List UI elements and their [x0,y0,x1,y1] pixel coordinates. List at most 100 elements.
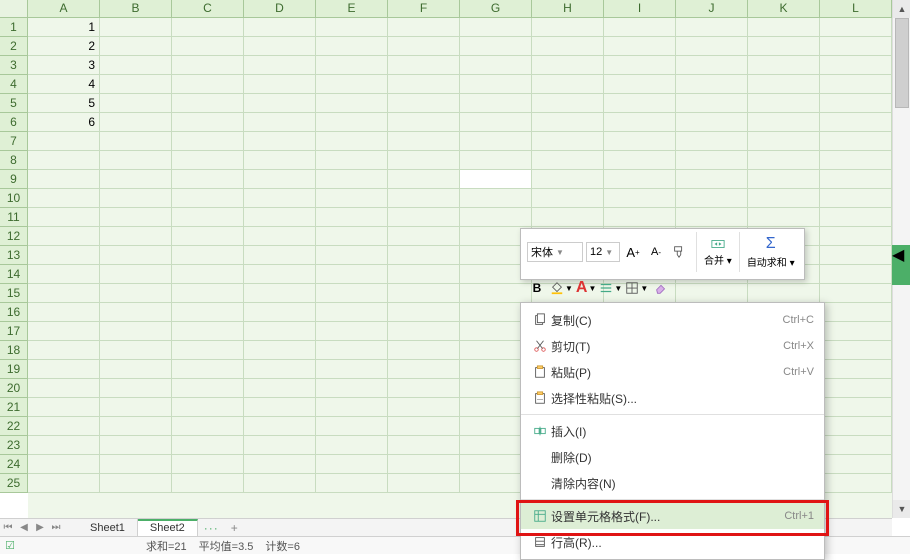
cell-B6[interactable] [100,113,172,132]
cell-K9[interactable] [748,170,820,189]
cell-I4[interactable] [604,75,676,94]
cell-A20[interactable] [28,379,100,398]
row-header-20[interactable]: 20 [0,379,28,398]
cell-G9[interactable] [460,170,532,189]
tab-nav-first[interactable]: ⏮ [0,520,16,536]
font-size-select[interactable]: 12▼ [586,242,620,262]
cell-J2[interactable] [676,37,748,56]
row-header-17[interactable]: 17 [0,322,28,341]
autosum-button[interactable]: Σ 自动求和 ▾ [747,235,795,269]
cell-E25[interactable] [316,474,388,493]
cell-I2[interactable] [604,37,676,56]
cell-G6[interactable] [460,113,532,132]
cell-C6[interactable] [172,113,244,132]
cell-F25[interactable] [388,474,460,493]
cell-G15[interactable] [460,284,532,303]
fill-color-button[interactable]: ▼ [550,278,573,298]
cell-C16[interactable] [172,303,244,322]
cell-A19[interactable] [28,360,100,379]
cell-B14[interactable] [100,265,172,284]
column-header-D[interactable]: D [244,0,316,18]
cell-C18[interactable] [172,341,244,360]
cell-B19[interactable] [100,360,172,379]
cell-C14[interactable] [172,265,244,284]
cell-D16[interactable] [244,303,316,322]
cell-L22[interactable] [820,417,892,436]
row-header-3[interactable]: 3 [0,56,28,75]
cell-F13[interactable] [388,246,460,265]
cell-B10[interactable] [100,189,172,208]
cell-J1[interactable] [676,18,748,37]
cell-C3[interactable] [172,56,244,75]
cell-L24[interactable] [820,455,892,474]
cell-C10[interactable] [172,189,244,208]
cell-B17[interactable] [100,322,172,341]
cell-J11[interactable] [676,208,748,227]
sheet-tab-sheet1[interactable]: Sheet1 [78,519,138,537]
cell-L15[interactable] [820,284,892,303]
cell-C5[interactable] [172,94,244,113]
cell-E12[interactable] [316,227,388,246]
cell-E1[interactable] [316,18,388,37]
context-menu-item-rowheight[interactable]: 行高(R)... [521,529,824,555]
cell-J7[interactable] [676,132,748,151]
cell-D12[interactable] [244,227,316,246]
cell-G4[interactable] [460,75,532,94]
row-header-21[interactable]: 21 [0,398,28,417]
cell-E5[interactable] [316,94,388,113]
cell-L13[interactable] [820,246,892,265]
cell-G5[interactable] [460,94,532,113]
cell-D24[interactable] [244,455,316,474]
cell-A24[interactable] [28,455,100,474]
cell-E21[interactable] [316,398,388,417]
cell-C1[interactable] [172,18,244,37]
row-header-23[interactable]: 23 [0,436,28,455]
cell-L2[interactable] [820,37,892,56]
side-panel-toggle[interactable]: ◀ [892,245,910,285]
cell-A3[interactable]: 3 [28,56,100,75]
cell-B3[interactable] [100,56,172,75]
row-header-19[interactable]: 19 [0,360,28,379]
context-menu-item-paste[interactable]: 粘贴(P)Ctrl+V [521,359,824,385]
cell-B18[interactable] [100,341,172,360]
cell-J10[interactable] [676,189,748,208]
cell-D3[interactable] [244,56,316,75]
cell-G10[interactable] [460,189,532,208]
cell-A14[interactable] [28,265,100,284]
cell-I1[interactable] [604,18,676,37]
cell-B25[interactable] [100,474,172,493]
cell-F5[interactable] [388,94,460,113]
cell-F16[interactable] [388,303,460,322]
cell-H3[interactable] [532,56,604,75]
cell-B11[interactable] [100,208,172,227]
cell-K6[interactable] [748,113,820,132]
cell-L19[interactable] [820,360,892,379]
cell-C12[interactable] [172,227,244,246]
row-header-10[interactable]: 10 [0,189,28,208]
cell-F12[interactable] [388,227,460,246]
column-header-H[interactable]: H [532,0,604,18]
cell-E23[interactable] [316,436,388,455]
cell-C17[interactable] [172,322,244,341]
column-header-K[interactable]: K [748,0,820,18]
row-header-8[interactable]: 8 [0,151,28,170]
cell-A1[interactable]: 1 [28,18,100,37]
cell-C2[interactable] [172,37,244,56]
sheet-tab-sheet2[interactable]: Sheet2 [138,519,198,537]
cell-D10[interactable] [244,189,316,208]
cell-A25[interactable] [28,474,100,493]
cell-H2[interactable] [532,37,604,56]
row-header-5[interactable]: 5 [0,94,28,113]
font-color-button[interactable]: A▼ [576,278,596,298]
context-menu-item-format[interactable]: 设置单元格格式(F)...Ctrl+1 [521,503,824,529]
cell-H4[interactable] [532,75,604,94]
cell-E6[interactable] [316,113,388,132]
cell-A15[interactable] [28,284,100,303]
cell-B1[interactable] [100,18,172,37]
cell-L25[interactable] [820,474,892,493]
cell-D6[interactable] [244,113,316,132]
cell-F3[interactable] [388,56,460,75]
cell-K11[interactable] [748,208,820,227]
cell-D20[interactable] [244,379,316,398]
column-header-A[interactable]: A [28,0,100,18]
